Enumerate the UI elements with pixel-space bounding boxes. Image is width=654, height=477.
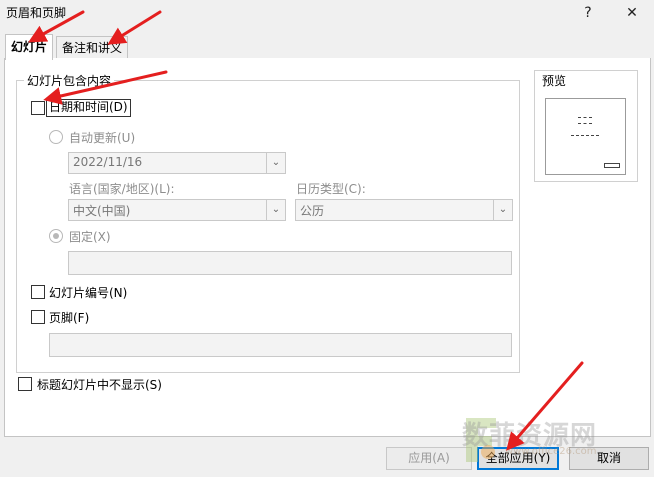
date-time-label[interactable]: 日期和时间(D)	[46, 99, 131, 117]
calendar-type-value: 公历	[300, 204, 325, 218]
language-value: 中文(中国)	[73, 204, 131, 218]
chevron-down-icon: ⌄	[266, 153, 285, 173]
close-button[interactable]: ✕	[612, 0, 652, 26]
group-label: 幻灯片包含内容	[24, 72, 115, 89]
footer-checkbox[interactable]	[31, 310, 45, 324]
calendar-type-select[interactable]: 公历 ⌄	[295, 199, 513, 221]
footer-label[interactable]: 页脚(F)	[49, 309, 89, 326]
fixed-radio[interactable]	[49, 229, 63, 243]
no-title-slide-label[interactable]: 标题幻灯片中不显示(S)	[37, 376, 162, 393]
language-select[interactable]: 中文(中国) ⌄	[68, 199, 286, 221]
fixed-label: 固定(X)	[69, 230, 111, 244]
preview-title-placeholder	[578, 117, 592, 124]
auto-update-radio[interactable]	[49, 130, 63, 144]
date-format-select[interactable]: 2022/11/16 ⌄	[68, 152, 286, 174]
preview-label: 预览	[540, 72, 569, 89]
auto-update-label: 自动更新(U)	[69, 131, 136, 145]
no-title-slide-checkbox[interactable]	[18, 377, 32, 391]
language-label: 语言(国家/地区)(L):	[69, 182, 175, 196]
dialog-title: 页眉和页脚	[6, 6, 67, 20]
preview-slide-number-placeholder	[604, 163, 620, 168]
footer-input[interactable]	[49, 333, 512, 357]
tab-slides[interactable]: 幻灯片	[5, 34, 54, 60]
chevron-down-icon: ⌄	[493, 200, 512, 220]
slide-number-label[interactable]: 幻灯片编号(N)	[49, 284, 127, 301]
slide-number-checkbox[interactable]	[31, 285, 45, 299]
chevron-down-icon: ⌄	[266, 200, 285, 220]
watermark-url: www.office26.com	[505, 446, 597, 457]
fixed-date-input[interactable]	[68, 251, 512, 275]
help-button[interactable]: ?	[568, 0, 608, 26]
date-time-checkbox[interactable]	[31, 101, 45, 115]
preview-subtitle-placeholder	[571, 135, 599, 136]
tab-notes-handouts[interactable]: 备注和讲义	[56, 36, 129, 59]
include-on-slide-group	[16, 80, 520, 373]
preview-thumbnail	[545, 98, 626, 175]
calendar-type-label: 日历类型(C):	[296, 182, 366, 196]
date-format-value: 2022/11/16	[73, 155, 143, 169]
